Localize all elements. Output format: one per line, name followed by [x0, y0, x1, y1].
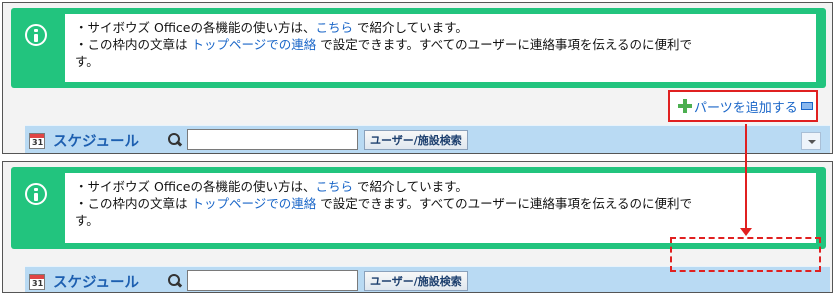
user-facility-search-button[interactable]: ユーザー/施設検索 [364, 271, 468, 291]
annotation-arrow-line [745, 124, 747, 230]
schedule-bar: 31 スケジュール ユーザー/施設検索 [25, 125, 830, 153]
annotation-arrow-head [740, 228, 752, 236]
panel-before: ・サイボウズ Officeの各機能の使い方は、こちら で紹介しています。 ・この… [2, 2, 833, 154]
top-page-notice-link[interactable]: トップページでの連絡 [191, 196, 316, 211]
calendar-number: 31 [32, 138, 44, 147]
search-input[interactable] [187, 129, 358, 150]
schedule-title[interactable]: スケジュール [53, 130, 139, 151]
help-link[interactable]: こちら [315, 20, 353, 35]
notice-text: ・サイボウズ Officeの各機能の使い方は、 [75, 20, 316, 35]
notice-line-3: す。 [75, 54, 99, 69]
notice-text: ・この枠内の文章は [75, 196, 192, 211]
calendar-number: 31 [32, 279, 44, 288]
calendar-icon: 31 [29, 274, 45, 290]
schedule-title[interactable]: スケジュール [53, 271, 139, 292]
help-link[interactable]: こちら [315, 179, 353, 194]
notice-text-box: ・サイボウズ Officeの各機能の使い方は、こちら で紹介しています。 ・この… [65, 14, 816, 82]
add-parts-button[interactable]: パーツを追加する [668, 90, 818, 122]
notice-text: で設定できます。すべてのユーザーに連絡事項を伝えるのに便利で [316, 37, 692, 52]
notice-text: で設定できます。すべてのユーザーに連絡事項を伝えるのに便利で [316, 196, 692, 211]
search-icon [168, 274, 182, 288]
info-icon [25, 24, 47, 46]
panel-after: ・サイボウズ Officeの各機能の使い方は、こちら で紹介しています。 ・この… [2, 161, 833, 293]
notice-text: で紹介しています。 [352, 179, 468, 194]
notice-text: ・この枠内の文章は [75, 37, 192, 52]
notice-line-2: ・この枠内の文章は トップページでの連絡 で設定できます。すべてのユーザーに連絡… [75, 36, 806, 53]
chevron-down-icon[interactable] [801, 132, 821, 150]
notice-text: で紹介しています。 [352, 20, 468, 35]
user-facility-search-button[interactable]: ユーザー/施設検索 [364, 130, 468, 150]
add-parts-label: パーツを追加する [694, 100, 798, 116]
top-page-notice-link[interactable]: トップページでの連絡 [191, 37, 316, 52]
plus-icon [678, 99, 692, 113]
drop-target-area [670, 237, 821, 272]
notice-text: ・サイボウズ Officeの各機能の使い方は、 [75, 179, 316, 194]
minus-icon[interactable] [800, 102, 813, 110]
notice-line-3: す。 [75, 213, 99, 228]
notice-text-box: ・サイボウズ Officeの各機能の使い方は、こちら で紹介しています。 ・この… [65, 173, 816, 243]
calendar-icon: 31 [29, 133, 45, 149]
notice-line-1: ・サイボウズ Officeの各機能の使い方は、こちら で紹介しています。 [75, 178, 806, 195]
search-icon [168, 133, 182, 147]
notice-line-2: ・この枠内の文章は トップページでの連絡 で設定できます。すべてのユーザーに連絡… [75, 195, 806, 212]
notice-banner: ・サイボウズ Officeの各機能の使い方は、こちら で紹介しています。 ・この… [11, 8, 826, 88]
info-icon [25, 183, 47, 205]
notice-line-1: ・サイボウズ Officeの各機能の使い方は、こちら で紹介しています。 [75, 19, 806, 36]
search-input[interactable] [187, 270, 358, 291]
